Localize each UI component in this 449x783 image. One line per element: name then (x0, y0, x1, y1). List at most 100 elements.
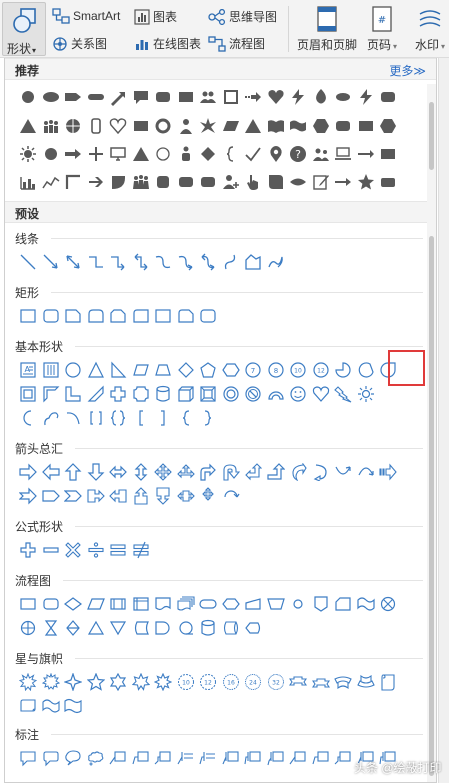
scrollbar-thumb-preset[interactable] (429, 236, 434, 776)
shape-cross-icon[interactable] (107, 383, 130, 405)
shape-laptop-icon[interactable] (332, 143, 355, 165)
shape-halfframe-icon[interactable] (40, 383, 63, 405)
shape-sun-o-icon[interactable] (355, 383, 378, 405)
shape-f-disk-icon[interactable] (197, 617, 220, 639)
shape-diag-stripe-icon[interactable] (85, 383, 108, 405)
chart-button[interactable]: 图表 (134, 8, 177, 25)
shape-dotarrow-icon[interactable] (242, 86, 265, 108)
shape-a-curved-r-icon[interactable] (287, 461, 310, 483)
shape-line-arrow-icon[interactable] (40, 251, 63, 273)
shape-plaque-icon[interactable] (130, 383, 153, 405)
shape-rect-icon[interactable] (377, 143, 400, 165)
shape-a-bent-icon[interactable] (197, 461, 220, 483)
shape-ring-icon[interactable] (152, 115, 175, 137)
shape-c-border1-icon[interactable] (220, 747, 243, 769)
shape-lightning-icon[interactable] (332, 383, 355, 405)
shape-bevel-icon[interactable] (197, 383, 220, 405)
shape-minus-o-icon[interactable] (40, 539, 63, 561)
shape-drop-icon[interactable] (310, 86, 333, 108)
shape-curve-arrow-icon[interactable] (175, 251, 198, 273)
shape-triangle-icon[interactable] (130, 143, 153, 165)
shape-rrect-icon[interactable] (332, 115, 355, 137)
shape-vtextbox-icon[interactable] (40, 359, 63, 381)
shape-star24-icon[interactable]: 24 (242, 671, 265, 693)
mindmap-button[interactable]: 思维导图 (208, 8, 277, 25)
smartart-button[interactable]: SmartArt (52, 8, 120, 24)
shape-snip1-icon[interactable] (62, 305, 85, 327)
shape-arc-line-icon[interactable] (62, 407, 85, 429)
shape-c-line3-icon[interactable] (152, 747, 175, 769)
shape-rbrace-icon[interactable] (197, 407, 220, 429)
more-link[interactable]: 更多≫ (389, 62, 426, 79)
shape-scroll-h-icon[interactable] (17, 695, 40, 717)
shape-lbracket-icon[interactable] (130, 407, 153, 429)
shape-arrow-r-icon[interactable] (62, 143, 85, 165)
shape-no-symbol-icon[interactable] (242, 383, 265, 405)
scrollbar[interactable] (427, 84, 436, 782)
shape-f-decision-icon[interactable] (62, 593, 85, 615)
shape-rrect-icon[interactable] (175, 171, 198, 193)
page-number-button[interactable]: # 页码 ▾ (364, 6, 400, 53)
shape-circle-o-icon[interactable] (152, 143, 175, 165)
shape-donut-icon[interactable] (220, 383, 243, 405)
shape-star12-icon[interactable]: 12 (197, 671, 220, 693)
shape-callout-l-icon[interactable] (107, 485, 130, 507)
shape-f-direct-icon[interactable] (220, 617, 243, 639)
shape-wave-icon[interactable] (287, 115, 310, 137)
shape-chevron-icon[interactable] (62, 485, 85, 507)
shape-f-collate-icon[interactable] (40, 617, 63, 639)
shape-round-snip-icon[interactable] (175, 305, 198, 327)
shape-n12-icon[interactable]: 12 (310, 359, 333, 381)
shape-callout-u-icon[interactable] (130, 485, 153, 507)
shape-arrow-r2-icon[interactable] (332, 171, 355, 193)
shape-star8-icon[interactable] (152, 671, 175, 693)
shape-moon-icon[interactable] (17, 407, 40, 429)
shape-c-line1-icon[interactable] (287, 747, 310, 769)
shape-star-burst2-icon[interactable] (40, 671, 63, 693)
shape-a-u-d-icon[interactable] (130, 461, 153, 483)
shape-elbow-icon[interactable] (85, 251, 108, 273)
shape-round-top-icon[interactable] (85, 305, 108, 327)
shape-c-line3-icon[interactable] (332, 747, 355, 769)
shape-neq-o-icon[interactable] (130, 539, 153, 561)
shape-chart-line-icon[interactable] (40, 171, 63, 193)
shape-s-curve-icon[interactable] (220, 251, 243, 273)
shape-star6-icon[interactable] (107, 671, 130, 693)
shape-rect-icon[interactable] (152, 305, 175, 327)
watermark-button[interactable]: 水印 ▾ (410, 6, 449, 53)
shape-f-delay-icon[interactable] (152, 617, 175, 639)
shape-a-curved-l-icon[interactable] (310, 461, 333, 483)
shape-edit-box-icon[interactable] (310, 171, 333, 193)
shape-lens-icon[interactable] (287, 171, 310, 193)
shape-rtri-icon[interactable] (107, 359, 130, 381)
shape-rrect-icon[interactable] (197, 305, 220, 327)
shape-f-seq-icon[interactable] (175, 617, 198, 639)
shape-rbracket-icon[interactable] (152, 407, 175, 429)
shape-monitor-icon[interactable] (107, 143, 130, 165)
shape-c-line2-icon[interactable] (310, 747, 333, 769)
shape-phone-icon[interactable] (85, 115, 108, 137)
shape-circ-arrow-icon[interactable] (220, 485, 243, 507)
shape-triangle-icon[interactable] (242, 115, 265, 137)
shape-c-oval-icon[interactable] (62, 747, 85, 769)
shape-c-border2-icon[interactable] (242, 747, 265, 769)
shape-triangle-icon[interactable] (17, 115, 40, 137)
shape-f-merge-icon[interactable] (107, 617, 130, 639)
shape-div-o-icon[interactable] (85, 539, 108, 561)
shape-a-curved-u-icon[interactable] (332, 461, 355, 483)
shape-a-l-icon[interactable] (40, 461, 63, 483)
shape-star32-icon[interactable]: 32 (265, 671, 288, 693)
shape-a-quad-icon[interactable] (152, 461, 175, 483)
shape-a-uturn-icon[interactable] (220, 461, 243, 483)
shape-f-manual-op-icon[interactable] (265, 593, 288, 615)
shape-f-doc-icon[interactable] (152, 593, 175, 615)
shape-oval-icon[interactable] (332, 86, 355, 108)
shape-person-icon[interactable] (175, 115, 198, 137)
shape-diamond-icon[interactable] (197, 143, 220, 165)
shape-elbow-arrow2-icon[interactable] (130, 251, 153, 273)
shape-scribble-icon[interactable] (265, 251, 288, 273)
shape-line-arrow2-icon[interactable] (62, 251, 85, 273)
scrollbar-thumb-recommended[interactable] (429, 102, 434, 170)
shape-rrect-icon[interactable] (40, 305, 63, 327)
shape-person-b-icon[interactable] (175, 143, 198, 165)
